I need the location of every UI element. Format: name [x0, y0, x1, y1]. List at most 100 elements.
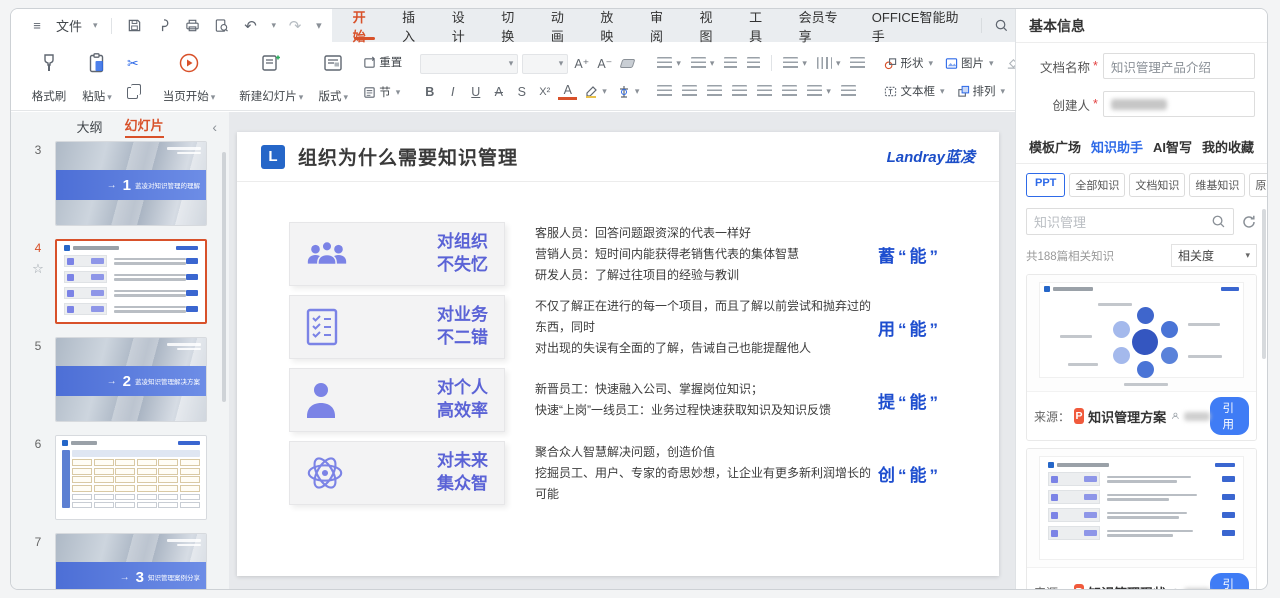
- decrease-indent-button[interactable]: [721, 55, 740, 71]
- slide-title[interactable]: 组织为什么需要知识管理: [298, 143, 518, 170]
- phonetic-guide-button[interactable]: ▾: [780, 55, 810, 71]
- source-name[interactable]: 知识管理方案: [1088, 407, 1166, 426]
- keyword-text[interactable]: 蓄“能”: [878, 242, 941, 267]
- keyword-text[interactable]: 创“能”: [878, 461, 941, 486]
- text-align-button[interactable]: [838, 83, 859, 99]
- bullet-list-button[interactable]: ▾: [654, 55, 684, 71]
- align-right-button[interactable]: [704, 83, 725, 99]
- shape-button[interactable]: 形状▾: [880, 54, 937, 72]
- tab-tools[interactable]: 工具: [736, 9, 786, 42]
- knowledge-result-card[interactable]: 来源： P 知识管理现状 引用: [1026, 448, 1257, 590]
- line-spacing-button[interactable]: [779, 83, 800, 99]
- doc-name-input[interactable]: 知识管理产品介绍: [1103, 53, 1255, 79]
- print-preview-icon[interactable]: [212, 16, 232, 36]
- quick-toolbar-chevron-icon[interactable]: ▾: [316, 19, 322, 32]
- text-effect-button[interactable]: ▾: [614, 83, 643, 100]
- font-family-select[interactable]: ▾: [420, 54, 518, 74]
- bold-button[interactable]: B: [420, 85, 439, 99]
- slide-thumbnail-7[interactable]: 7 →3知识管理案例分享: [21, 533, 229, 590]
- tab-outline[interactable]: 大纲: [76, 117, 102, 136]
- columns-button[interactable]: ▾: [804, 83, 834, 99]
- current-slide[interactable]: L 组织为什么需要知识管理 Landray蓝凌 对组织不失忆 客服人员：回答问题…: [237, 132, 999, 576]
- tab-ai-writing[interactable]: AI智写: [1153, 137, 1192, 156]
- slide-row-future[interactable]: 对未来集众智 聚合众人智慧解决问题，创造价值挖掘员工、用户、专家的奇思妙想，让企…: [289, 441, 999, 505]
- italic-button[interactable]: I: [443, 85, 462, 99]
- tab-view[interactable]: 视图: [687, 9, 737, 42]
- refresh-icon[interactable]: [1241, 214, 1257, 230]
- tab-design[interactable]: 设计: [439, 9, 489, 42]
- sort-dropdown[interactable]: 相关度 ▾: [1171, 244, 1257, 267]
- filter-chip-all[interactable]: 全部知识: [1069, 173, 1125, 197]
- tab-knowledge-assistant[interactable]: 知识助手: [1091, 137, 1143, 156]
- tab-slides[interactable]: 幻灯片: [125, 115, 164, 138]
- text-direction-button[interactable]: ▾: [814, 55, 844, 71]
- tab-insert[interactable]: 插入: [389, 9, 439, 42]
- slide-thumbnail-6[interactable]: 6: [21, 435, 229, 520]
- slide-thumbnail-3[interactable]: 3 →1蓝凌对知识管理的理解: [21, 141, 229, 226]
- tab-ai-assistant[interactable]: OFFICE智能助手: [859, 9, 975, 42]
- strikethrough-button[interactable]: S: [512, 85, 531, 99]
- new-slide-button[interactable]: 新建幻灯片▾: [235, 47, 307, 107]
- knowledge-result-card[interactable]: 来源： P 知识管理方案 引用: [1026, 274, 1257, 441]
- increase-indent-button[interactable]: [744, 55, 763, 71]
- reset-button[interactable]: 重置: [359, 53, 406, 71]
- format-painter-button[interactable]: 格式刷: [27, 47, 71, 107]
- distribute-button[interactable]: [754, 83, 775, 99]
- numbered-list-button[interactable]: ▾: [688, 55, 718, 71]
- panel-scrollbar[interactable]: [1262, 209, 1266, 359]
- tab-home[interactable]: 开始: [340, 9, 390, 42]
- print-icon[interactable]: [183, 16, 203, 36]
- filter-chip-atom[interactable]: 原子知识: [1249, 173, 1268, 197]
- source-name[interactable]: 知识管理现状: [1088, 583, 1166, 591]
- slide-row-individual[interactable]: 对个人高效率 新晋员工：快速融入公司、掌握岗位知识；快速“上岗”一线员工：业务过…: [289, 368, 999, 432]
- highlight-button[interactable]: ▾: [581, 83, 610, 100]
- cite-button[interactable]: 引用: [1210, 573, 1249, 590]
- underline-button[interactable]: U: [466, 85, 485, 99]
- cut-button[interactable]: ✂: [123, 54, 143, 73]
- tab-member[interactable]: 会员专享: [786, 9, 859, 42]
- cite-button[interactable]: 引用: [1210, 397, 1249, 435]
- section-button[interactable]: 节▾: [359, 83, 406, 101]
- tab-transition[interactable]: 切换: [488, 9, 538, 42]
- font-color-button[interactable]: A: [558, 83, 577, 100]
- filter-chip-ppt[interactable]: PPT: [1026, 173, 1065, 197]
- superscript-button[interactable]: X²: [535, 86, 554, 98]
- export-icon[interactable]: [154, 16, 174, 36]
- undo-icon[interactable]: ↶: [241, 16, 261, 36]
- creator-input[interactable]: [1103, 91, 1255, 117]
- favorite-star-icon[interactable]: ☆: [21, 261, 55, 277]
- layout-button[interactable]: 版式▾: [311, 47, 355, 107]
- align-center-button[interactable]: [679, 83, 700, 99]
- clear-format-button[interactable]: [618, 57, 637, 70]
- textbox-button[interactable]: 文本框▾: [880, 82, 948, 100]
- justify-button[interactable]: [729, 83, 750, 99]
- knowledge-search-input[interactable]: 知识管理: [1026, 208, 1234, 235]
- slide-thumbnail-5[interactable]: 5 →2蓝凌知识管理解决方案: [21, 337, 229, 422]
- filter-chip-doc[interactable]: 文档知识: [1129, 173, 1185, 197]
- undo-chevron-icon[interactable]: ▾: [272, 20, 277, 31]
- picture-button[interactable]: 图片▾: [941, 54, 998, 72]
- filter-chip-wiki[interactable]: 维基知识: [1189, 173, 1245, 197]
- tab-template-market[interactable]: 模板广场: [1029, 137, 1081, 156]
- keyword-text[interactable]: 提“能”: [878, 388, 941, 413]
- symbol-button[interactable]: [847, 55, 868, 71]
- decrease-font-button[interactable]: A⁻: [595, 56, 614, 71]
- thumbnail-scrollbar[interactable]: [222, 152, 226, 402]
- hamburger-icon[interactable]: ≡: [27, 16, 47, 36]
- arrange-button[interactable]: 排列▾: [953, 82, 1010, 100]
- play-from-current-button[interactable]: 当页开始▾: [159, 47, 220, 107]
- ribbon-search[interactable]: [981, 18, 1009, 33]
- copy-button[interactable]: [123, 86, 143, 100]
- paste-button[interactable]: 粘贴▾: [75, 47, 119, 107]
- save-icon[interactable]: [125, 16, 145, 36]
- slide-thumbnail-4[interactable]: 4 ☆: [21, 239, 229, 324]
- font-size-select[interactable]: ▾: [522, 54, 568, 74]
- tab-my-favorites[interactable]: 我的收藏: [1202, 137, 1254, 156]
- char-spacing-button[interactable]: A: [489, 85, 508, 99]
- increase-font-button[interactable]: A⁺: [572, 56, 591, 71]
- tab-animation[interactable]: 动画: [538, 9, 588, 42]
- collapse-panel-icon[interactable]: ‹: [212, 119, 217, 135]
- redo-icon[interactable]: ↷: [285, 16, 305, 36]
- search-icon[interactable]: [1211, 214, 1226, 229]
- keyword-text[interactable]: 用“能”: [878, 315, 941, 340]
